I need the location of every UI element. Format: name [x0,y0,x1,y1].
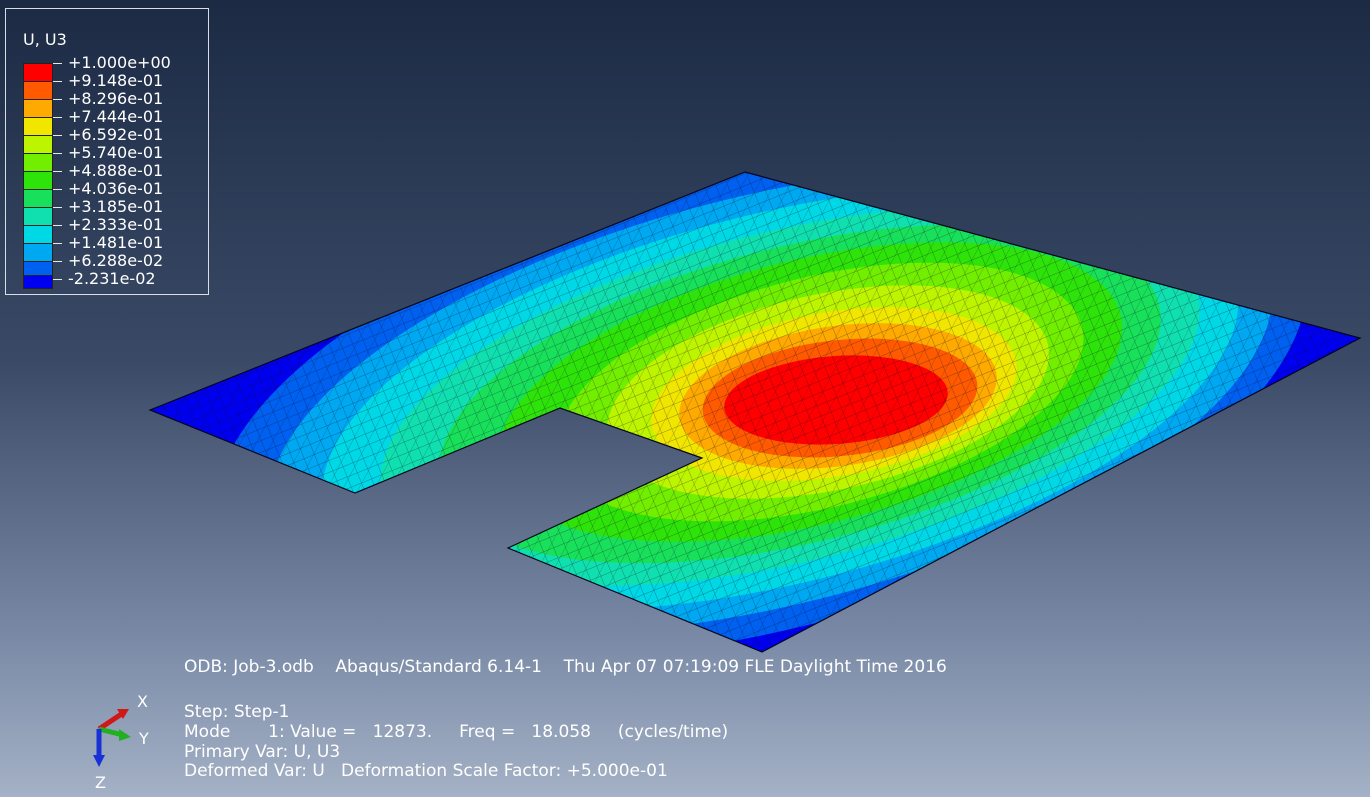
legend-level-label: +4.888e-01 [68,161,164,180]
viewport[interactable]: U, U3 +1.000e+00 +9.148e-01 +8.296e-01 +7.4… [0,0,1370,797]
legend-band [23,99,53,117]
legend-level-label: +8.296e-01 [68,89,164,108]
legend-band [23,275,53,289]
legend-level-label: +5.740e-01 [68,143,164,162]
odb-info-line: ODB: Job-3.odb Abaqus/Standard 6.14-1 Th… [184,657,947,677]
legend-tick [53,279,62,280]
legend-tick [53,171,62,172]
legend-band [23,63,53,81]
z-axis-label: Z [95,773,106,792]
legend-band [23,189,53,207]
legend-tick [53,81,62,82]
legend-level-label: +6.288e-02 [68,251,164,270]
legend-tick [53,189,62,190]
step-line: Step: Step-1 [184,702,290,722]
legend-tick [53,153,62,154]
x-axis-label: X [137,692,148,711]
legend-tick [53,63,62,64]
mode-line: Mode 1: Value = 12873. Freq = 18.058 (cy… [184,722,729,742]
legend-band [23,225,53,243]
legend-level-label: +1.000e+00 [68,53,171,72]
legend-level-label: -2.231e-02 [68,269,156,288]
legend-tick [53,99,62,100]
legend-level-label: +2.333e-01 [68,215,164,234]
y-axis-label: Y [139,729,149,748]
deformed-var-line: Deformed Var: U Deformation Scale Factor… [184,761,668,781]
legend-level-label: +3.185e-01 [68,197,164,216]
legend-level-label: +7.444e-01 [68,107,164,126]
legend-band [23,171,53,189]
legend-band [23,81,53,99]
legend-title: U, U3 [23,30,67,49]
primary-var-line: Primary Var: U, U3 [184,742,341,762]
legend-tick [53,117,62,118]
legend-band [23,135,53,153]
legend-tick [53,225,62,226]
legend-tick [53,207,62,208]
legend-band [23,117,53,135]
legend-level-label: +4.036e-01 [68,179,164,198]
legend-tick [53,261,62,262]
legend-band [23,153,53,171]
legend-band [23,207,53,225]
legend-level-label: +9.148e-01 [68,71,164,90]
legend-tick [53,243,62,244]
legend-band [23,243,53,261]
contour-legend[interactable]: U, U3 +1.000e+00 +9.148e-01 +8.296e-01 +7.4… [5,8,209,295]
legend-level-label: +6.592e-01 [68,125,164,144]
legend-level-label: +1.481e-01 [68,233,164,252]
legend-tick [53,135,62,136]
